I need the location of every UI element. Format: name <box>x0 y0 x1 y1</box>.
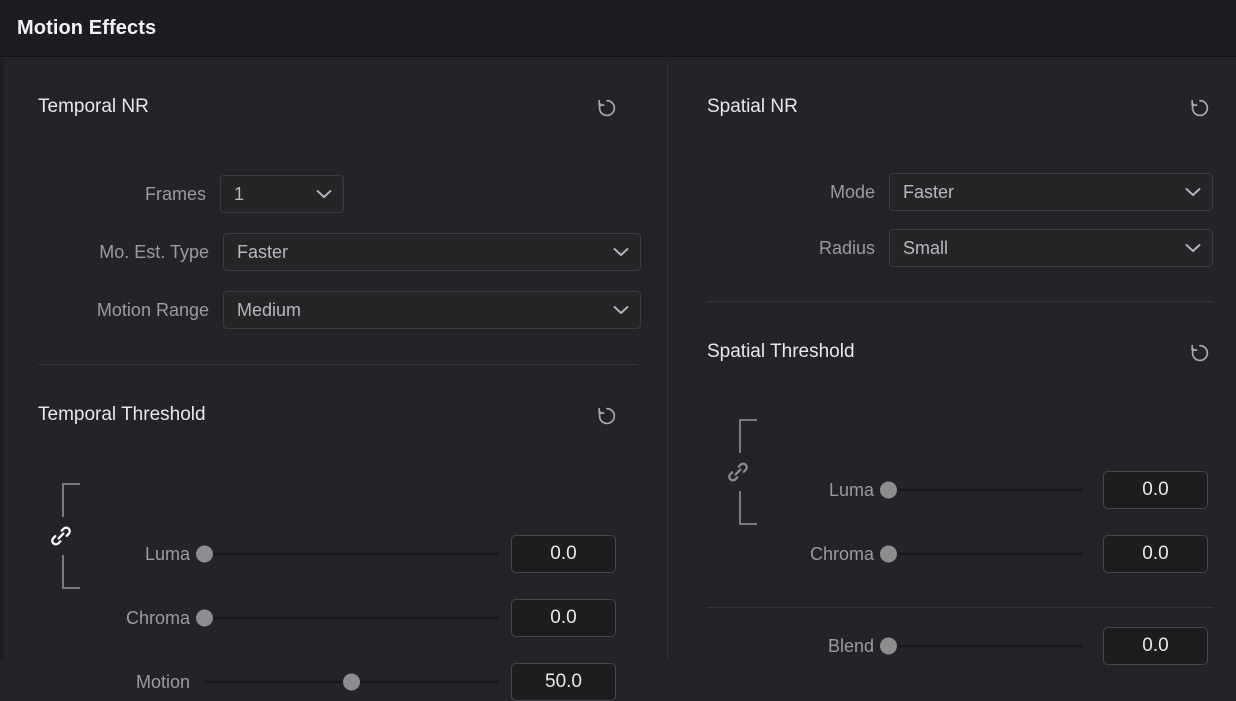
row-mode: Mode Faster <box>830 173 1213 211</box>
label-blend: Blend <box>827 636 874 656</box>
slider-blend[interactable] <box>879 627 1083 665</box>
bracket-top <box>62 483 80 517</box>
section-header-temporal-nr: Temporal NR <box>38 96 620 122</box>
label-spatial-chroma: Chroma <box>809 544 874 564</box>
label-frames: Frames <box>144 184 206 204</box>
row-spatial-chroma: Chroma 0.0 <box>810 535 1208 573</box>
slider-temporal-motion[interactable] <box>204 663 499 701</box>
right-column: Spatial NR Mode Faster Radius Small Spat… <box>668 58 1236 665</box>
reset-arrow-icon <box>1187 95 1213 121</box>
valuebox-spatial-chroma[interactable]: 0.0 <box>1103 535 1208 573</box>
label-temporal-motion: Motion <box>135 672 190 692</box>
row-blend: Blend 0.0 <box>828 627 1208 665</box>
label-motion-estimation-type: Mo. Est. Type <box>99 242 209 262</box>
reset-temporal-threshold-button[interactable] <box>594 403 620 429</box>
valuebox-spatial-luma-text: 0.0 <box>1142 479 1169 500</box>
slider-handle[interactable] <box>879 481 897 499</box>
dropdown-motion-estimation-type-value: Faster <box>237 242 289 262</box>
slider-temporal-chroma[interactable] <box>195 599 499 637</box>
valuebox-temporal-chroma[interactable]: 0.0 <box>511 599 616 637</box>
dropdown-radius[interactable]: Small <box>889 229 1213 267</box>
row-radius: Radius Small <box>819 229 1213 267</box>
dropdown-motion-estimation-type[interactable]: Faster <box>223 233 641 271</box>
label-temporal-luma: Luma <box>144 544 190 564</box>
valuebox-spatial-luma[interactable]: 0.0 <box>1103 471 1208 509</box>
separator-right-1 <box>707 301 1213 302</box>
valuebox-temporal-motion[interactable]: 50.0 <box>511 663 616 701</box>
chevron-down-icon <box>316 189 332 199</box>
row-motion-range: Motion Range Medium <box>97 291 641 329</box>
valuebox-blend[interactable]: 0.0 <box>1103 627 1208 665</box>
dropdown-motion-range[interactable]: Medium <box>223 291 641 329</box>
slider-handle[interactable] <box>343 673 360 691</box>
slider-track <box>204 616 499 620</box>
valuebox-temporal-luma-text: 0.0 <box>550 543 577 564</box>
panel-body: Temporal NR Frames 1 Mo. Est. Type Faste… <box>0 58 1236 701</box>
link-chain-icon[interactable] <box>48 523 74 549</box>
slider-handle[interactable] <box>195 545 213 563</box>
chevron-down-icon <box>1185 187 1201 197</box>
chevron-down-icon <box>613 247 629 257</box>
slider-spatial-luma[interactable] <box>879 471 1083 509</box>
slider-handle[interactable] <box>879 637 897 655</box>
section-header-spatial-threshold: Spatial Threshold <box>707 341 1213 367</box>
separator-left-1 <box>38 364 638 365</box>
row-frames: Frames 1 <box>145 175 344 213</box>
reset-spatial-threshold-button[interactable] <box>1187 340 1213 366</box>
label-mode: Mode <box>829 182 875 202</box>
reset-arrow-icon <box>1187 340 1213 366</box>
label-spatial-luma: Luma <box>828 480 874 500</box>
slider-handle[interactable] <box>195 609 213 627</box>
valuebox-temporal-chroma-text: 0.0 <box>550 607 577 628</box>
slider-track <box>204 552 499 556</box>
link-group-spatial-threshold <box>725 419 759 525</box>
row-temporal-luma: Luma 0.0 <box>145 535 616 573</box>
dropdown-frames[interactable]: 1 <box>220 175 344 213</box>
chevron-down-icon <box>613 305 629 315</box>
bracket-bottom <box>739 491 757 525</box>
reset-arrow-icon <box>594 95 620 121</box>
row-spatial-luma: Luma 0.0 <box>829 471 1208 509</box>
reset-spatial-nr-button[interactable] <box>1187 95 1213 121</box>
page-title: Motion Effects <box>17 17 157 39</box>
bracket-top <box>739 419 757 453</box>
dropdown-mode[interactable]: Faster <box>889 173 1213 211</box>
valuebox-spatial-chroma-text: 0.0 <box>1142 543 1169 564</box>
dropdown-frames-value: 1 <box>234 184 245 204</box>
slider-track <box>888 644 1083 648</box>
section-title-spatial-nr: Spatial NR <box>707 96 798 117</box>
slider-spatial-chroma[interactable] <box>879 535 1083 573</box>
section-header-spatial-nr: Spatial NR <box>707 96 1213 122</box>
separator-right-2 <box>707 607 1213 608</box>
valuebox-blend-text: 0.0 <box>1142 635 1169 656</box>
section-title-temporal-nr: Temporal NR <box>38 96 149 117</box>
slider-handle[interactable] <box>879 545 897 563</box>
slider-temporal-luma[interactable] <box>195 535 499 573</box>
dropdown-mode-value: Faster <box>903 182 955 202</box>
reset-temporal-nr-button[interactable] <box>594 95 620 121</box>
bracket-bottom <box>62 555 80 589</box>
reset-arrow-icon <box>594 403 620 429</box>
section-header-temporal-threshold: Temporal Threshold <box>38 404 620 430</box>
link-chain-icon[interactable] <box>725 459 751 485</box>
section-title-spatial-threshold: Spatial Threshold <box>707 341 855 362</box>
label-radius: Radius <box>818 238 875 258</box>
title-bar: Motion Effects <box>0 0 1236 57</box>
row-temporal-motion: Motion 50.0 <box>136 663 616 701</box>
section-title-temporal-threshold: Temporal Threshold <box>38 404 206 425</box>
chevron-down-icon <box>1185 243 1201 253</box>
label-motion-range: Motion Range <box>96 300 209 320</box>
dropdown-radius-value: Small <box>903 238 949 258</box>
row-motion-estimation-type: Mo. Est. Type Faster <box>99 233 641 271</box>
dropdown-motion-range-value: Medium <box>237 300 302 320</box>
row-temporal-chroma: Chroma 0.0 <box>126 599 616 637</box>
valuebox-temporal-luma[interactable]: 0.0 <box>511 535 616 573</box>
link-group-temporal-threshold <box>48 483 82 589</box>
slider-track <box>888 552 1083 556</box>
valuebox-temporal-motion-text: 50.0 <box>545 671 582 692</box>
label-temporal-chroma: Chroma <box>125 608 190 628</box>
left-column: Temporal NR Frames 1 Mo. Est. Type Faste… <box>4 58 667 701</box>
slider-track <box>888 488 1083 492</box>
